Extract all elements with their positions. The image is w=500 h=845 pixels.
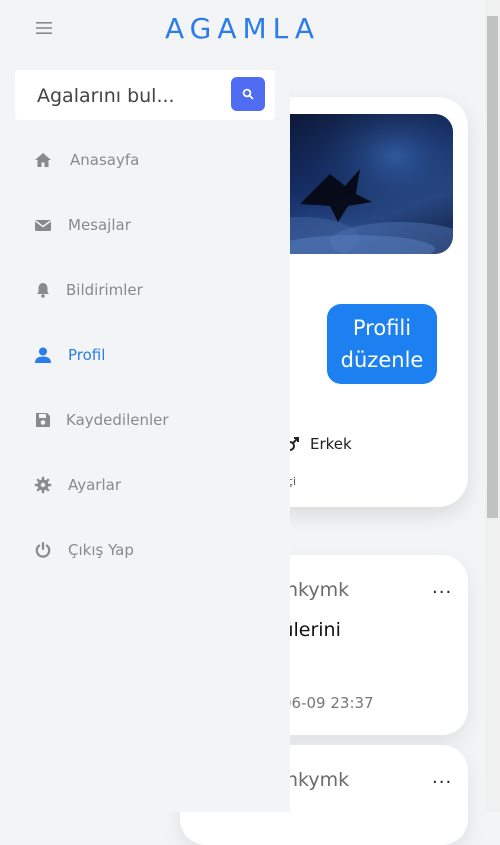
post-username[interactable]: nkymk: [286, 579, 349, 601]
top-header: AGAMLA: [0, 0, 485, 62]
gender-label: Erkek: [310, 435, 352, 453]
sidebar-item-label: Profil: [68, 345, 106, 364]
search-icon: [242, 88, 254, 100]
page-scrollbar[interactable]: [485, 0, 500, 812]
sidebar-item-cikis-yap[interactable]: Çıkış Yap: [0, 517, 290, 582]
save-icon: [34, 411, 52, 429]
post-username[interactable]: nkymk: [286, 769, 349, 791]
search-button[interactable]: [231, 77, 265, 111]
sidebar-item-label: Bildirimler: [66, 280, 143, 299]
sidebar-item-profil[interactable]: Profil: [0, 322, 290, 387]
scrollbar-thumb[interactable]: [487, 16, 498, 518]
sidebar-menu: Anasayfa Mesajlar Bildirimler Profil Kay…: [0, 127, 290, 582]
sidebar-item-mesajlar[interactable]: Mesajlar: [0, 192, 290, 257]
home-icon: [34, 151, 52, 169]
brand-logo[interactable]: AGAMLA: [0, 12, 485, 45]
sidebar-item-bildirimler[interactable]: Bildirimler: [0, 257, 290, 322]
gender-info: Erkek: [284, 435, 352, 453]
post-more-button[interactable]: ...: [432, 577, 452, 598]
envelope-icon: [34, 216, 52, 234]
sidebar-item-label: Mesajlar: [68, 215, 131, 234]
sidebar-item-label: Ayarlar: [68, 475, 122, 494]
sidebar-item-kaydedilenler[interactable]: Kaydedilenler: [0, 387, 290, 452]
gear-icon: [34, 476, 52, 494]
user-icon: [34, 346, 52, 364]
post-timestamp: 06-09 23:37: [282, 694, 374, 712]
sidebar-item-anasayfa[interactable]: Anasayfa: [0, 127, 290, 192]
sidebar-item-label: Kaydedilenler: [66, 410, 169, 429]
sidebar-item-ayarlar[interactable]: Ayarlar: [0, 452, 290, 517]
search-input[interactable]: [35, 80, 229, 112]
search-box: [15, 70, 275, 120]
sidebar-item-label: Çıkış Yap: [68, 540, 134, 559]
post-more-button[interactable]: ...: [432, 767, 452, 788]
sidebar-item-label: Anasayfa: [70, 150, 140, 169]
bell-icon: [34, 281, 52, 299]
edit-profile-button[interactable]: Profili düzenle: [327, 304, 437, 384]
power-icon: [34, 541, 52, 559]
side-drawer: Anasayfa Mesajlar Bildirimler Profil Kay…: [0, 62, 290, 812]
